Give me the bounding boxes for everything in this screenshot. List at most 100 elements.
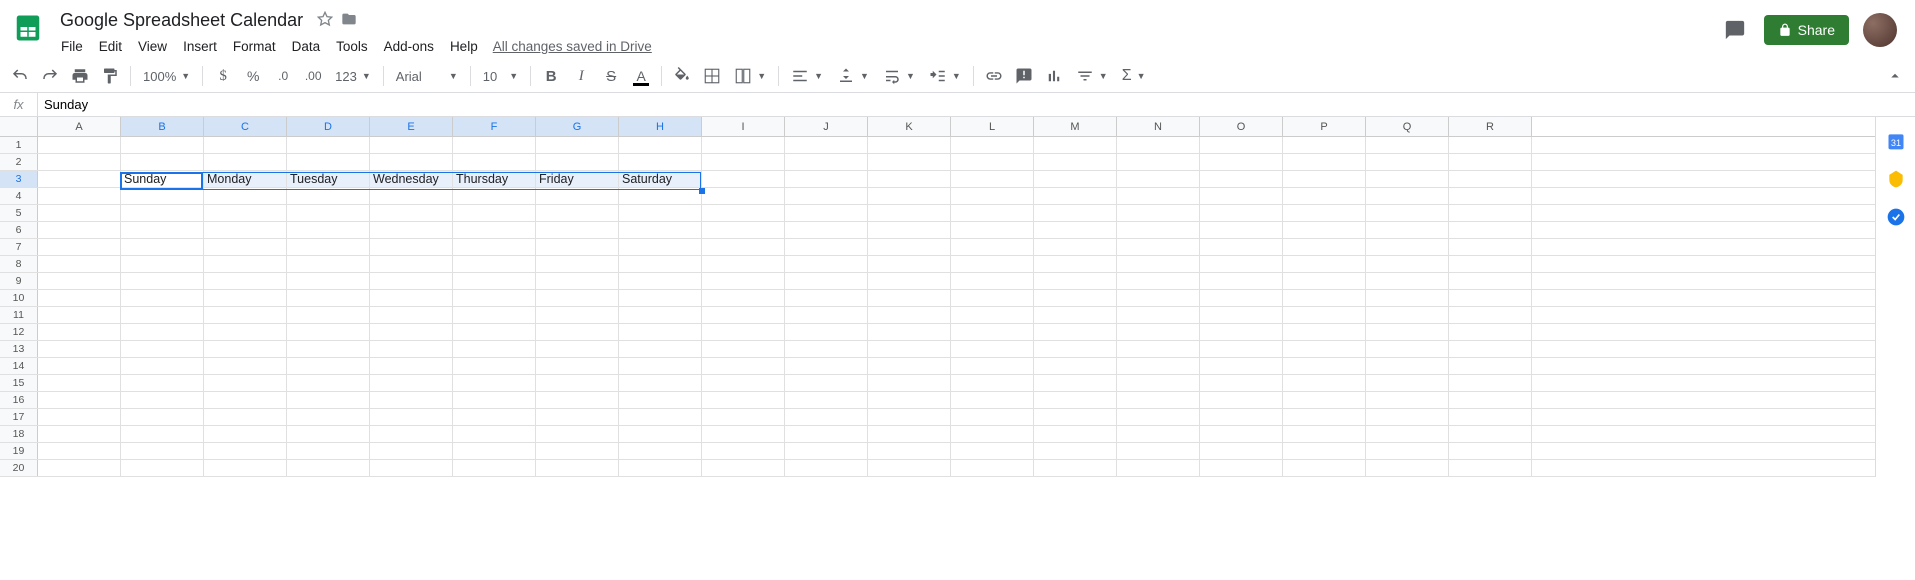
- cell-I12[interactable]: [702, 324, 785, 340]
- cell-C7[interactable]: [204, 239, 287, 255]
- cell-G19[interactable]: [536, 443, 619, 459]
- cell-O14[interactable]: [1200, 358, 1283, 374]
- cell-M9[interactable]: [1034, 273, 1117, 289]
- cell-D2[interactable]: [287, 154, 370, 170]
- cell-D17[interactable]: [287, 409, 370, 425]
- bold-icon[interactable]: B: [539, 64, 563, 88]
- cell-E3[interactable]: Wednesday: [370, 171, 453, 187]
- cell-E1[interactable]: [370, 137, 453, 153]
- row-header-1[interactable]: 1: [0, 137, 38, 153]
- cell-Q13[interactable]: [1366, 341, 1449, 357]
- cell-N19[interactable]: [1117, 443, 1200, 459]
- cell-N14[interactable]: [1117, 358, 1200, 374]
- spreadsheet-grid[interactable]: ABCDEFGHIJKLMNOPQR 123SundayMondayTuesda…: [0, 117, 1875, 477]
- col-header-M[interactable]: M: [1034, 117, 1117, 136]
- cell-K14[interactable]: [868, 358, 951, 374]
- cell-K15[interactable]: [868, 375, 951, 391]
- cell-D16[interactable]: [287, 392, 370, 408]
- cell-B1[interactable]: [121, 137, 204, 153]
- cell-A12[interactable]: [38, 324, 121, 340]
- text-color-icon[interactable]: A: [629, 64, 653, 88]
- cell-O13[interactable]: [1200, 341, 1283, 357]
- cell-N2[interactable]: [1117, 154, 1200, 170]
- cell-I9[interactable]: [702, 273, 785, 289]
- cell-M18[interactable]: [1034, 426, 1117, 442]
- cell-I18[interactable]: [702, 426, 785, 442]
- cell-P5[interactable]: [1283, 205, 1366, 221]
- cell-F5[interactable]: [453, 205, 536, 221]
- cell-D18[interactable]: [287, 426, 370, 442]
- cell-H16[interactable]: [619, 392, 702, 408]
- col-header-C[interactable]: C: [204, 117, 287, 136]
- cell-G20[interactable]: [536, 460, 619, 476]
- cell-H5[interactable]: [619, 205, 702, 221]
- filter-dropdown[interactable]: ▼: [1072, 65, 1112, 87]
- cell-B8[interactable]: [121, 256, 204, 272]
- cell-B19[interactable]: [121, 443, 204, 459]
- cell-A7[interactable]: [38, 239, 121, 255]
- row-header-14[interactable]: 14: [0, 358, 38, 374]
- cell-B9[interactable]: [121, 273, 204, 289]
- cell-D8[interactable]: [287, 256, 370, 272]
- cell-M12[interactable]: [1034, 324, 1117, 340]
- cell-Q15[interactable]: [1366, 375, 1449, 391]
- cell-E15[interactable]: [370, 375, 453, 391]
- cell-L19[interactable]: [951, 443, 1034, 459]
- cell-J3[interactable]: [785, 171, 868, 187]
- row-header-9[interactable]: 9: [0, 273, 38, 289]
- col-header-G[interactable]: G: [536, 117, 619, 136]
- cell-J14[interactable]: [785, 358, 868, 374]
- cell-G16[interactable]: [536, 392, 619, 408]
- cell-C18[interactable]: [204, 426, 287, 442]
- cell-Q12[interactable]: [1366, 324, 1449, 340]
- cell-K6[interactable]: [868, 222, 951, 238]
- cell-H12[interactable]: [619, 324, 702, 340]
- cell-D9[interactable]: [287, 273, 370, 289]
- insert-link-icon[interactable]: [982, 64, 1006, 88]
- cell-B3[interactable]: Sunday: [121, 171, 204, 187]
- cell-P8[interactable]: [1283, 256, 1366, 272]
- cell-P17[interactable]: [1283, 409, 1366, 425]
- cell-D1[interactable]: [287, 137, 370, 153]
- cell-Q7[interactable]: [1366, 239, 1449, 255]
- cell-D12[interactable]: [287, 324, 370, 340]
- cell-A8[interactable]: [38, 256, 121, 272]
- cell-P7[interactable]: [1283, 239, 1366, 255]
- cell-E7[interactable]: [370, 239, 453, 255]
- cell-M2[interactable]: [1034, 154, 1117, 170]
- paint-format-icon[interactable]: [98, 64, 122, 88]
- cell-I2[interactable]: [702, 154, 785, 170]
- cell-I13[interactable]: [702, 341, 785, 357]
- cell-J13[interactable]: [785, 341, 868, 357]
- italic-icon[interactable]: I: [569, 64, 593, 88]
- menu-edit[interactable]: Edit: [92, 35, 129, 58]
- cell-K20[interactable]: [868, 460, 951, 476]
- cell-J18[interactable]: [785, 426, 868, 442]
- cell-A6[interactable]: [38, 222, 121, 238]
- cell-I7[interactable]: [702, 239, 785, 255]
- cell-O20[interactable]: [1200, 460, 1283, 476]
- cell-Q17[interactable]: [1366, 409, 1449, 425]
- more-formats-dropdown[interactable]: 123▼: [331, 67, 375, 86]
- cell-N12[interactable]: [1117, 324, 1200, 340]
- insert-chart-icon[interactable]: [1042, 64, 1066, 88]
- cell-J20[interactable]: [785, 460, 868, 476]
- cell-P9[interactable]: [1283, 273, 1366, 289]
- cell-L20[interactable]: [951, 460, 1034, 476]
- cell-F14[interactable]: [453, 358, 536, 374]
- col-header-E[interactable]: E: [370, 117, 453, 136]
- cell-L18[interactable]: [951, 426, 1034, 442]
- cell-L7[interactable]: [951, 239, 1034, 255]
- cell-M1[interactable]: [1034, 137, 1117, 153]
- row-header-7[interactable]: 7: [0, 239, 38, 255]
- cell-G17[interactable]: [536, 409, 619, 425]
- cell-M6[interactable]: [1034, 222, 1117, 238]
- cell-P2[interactable]: [1283, 154, 1366, 170]
- fill-handle[interactable]: [699, 188, 705, 194]
- cell-O18[interactable]: [1200, 426, 1283, 442]
- cell-O12[interactable]: [1200, 324, 1283, 340]
- cell-I4[interactable]: [702, 188, 785, 204]
- cell-F10[interactable]: [453, 290, 536, 306]
- cell-H2[interactable]: [619, 154, 702, 170]
- functions-dropdown[interactable]: Σ▼: [1118, 65, 1150, 87]
